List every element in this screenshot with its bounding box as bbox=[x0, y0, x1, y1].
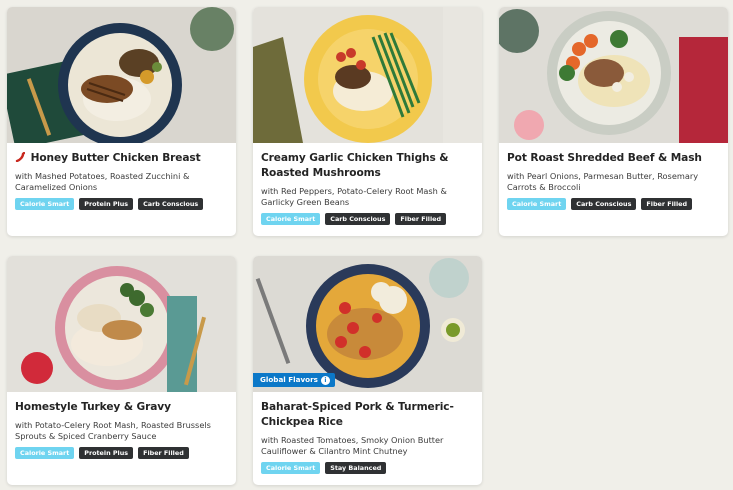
tag-carb-conscious: Carb Conscious bbox=[571, 198, 637, 210]
recipe-card[interactable]: Homestyle Turkey & Gravy with Potato-Cel… bbox=[7, 256, 236, 485]
recipe-title[interactable]: Creamy Garlic Chicken Thighs & Roasted M… bbox=[261, 151, 475, 181]
info-icon[interactable]: i bbox=[320, 375, 330, 385]
tag-list: Calorie Smart Carb Conscious Fiber Fille… bbox=[261, 213, 475, 225]
recipe-card[interactable]: Honey Butter Chicken Breast with Mashed … bbox=[7, 7, 236, 236]
recipe-subtitle: with Potato-Celery Root Mash, Roasted Br… bbox=[15, 420, 211, 441]
recipe-photo[interactable] bbox=[7, 7, 236, 143]
tag-calorie-smart: Calorie Smart bbox=[15, 198, 75, 210]
tag-fiber-filled: Fiber Filled bbox=[138, 447, 189, 459]
tag-list: Calorie Smart Protein Plus Carb Consciou… bbox=[15, 198, 229, 210]
tag-protein-plus: Protein Plus bbox=[79, 447, 134, 459]
tag-calorie-smart: Calorie Smart bbox=[507, 198, 567, 210]
recipe-photo[interactable] bbox=[253, 7, 482, 143]
recipe-title[interactable]: Homestyle Turkey & Gravy bbox=[15, 400, 229, 415]
tag-calorie-smart: Calorie Smart bbox=[261, 213, 321, 225]
tag-stay-balanced: Stay Balanced bbox=[325, 462, 387, 474]
tag-calorie-smart: Calorie Smart bbox=[261, 462, 321, 474]
recipe-photo[interactable] bbox=[7, 256, 236, 392]
tag-calorie-smart: Calorie Smart bbox=[15, 447, 75, 459]
tag-fiber-filled: Fiber Filled bbox=[395, 213, 447, 225]
tag-fiber-filled: Fiber Filled bbox=[641, 198, 693, 210]
recipe-card[interactable]: Global Flavors i Baharat-Spiced Pork & T… bbox=[253, 256, 482, 485]
tag-list: Calorie Smart Stay Balanced bbox=[261, 462, 475, 474]
tag-list: Calorie Smart Protein Plus Fiber Filled bbox=[15, 447, 229, 459]
recipe-title[interactable]: Honey Butter Chicken Breast bbox=[15, 151, 229, 166]
tag-carb-conscious: Carb Conscious bbox=[325, 213, 391, 225]
recipe-subtitle: with Mashed Potatoes, Roasted Zucchini &… bbox=[15, 171, 190, 192]
recipe-title[interactable]: Pot Roast Shredded Beef & Mash bbox=[507, 151, 721, 166]
recipe-photo[interactable]: Global Flavors i bbox=[253, 256, 482, 392]
recipe-title[interactable]: Baharat-Spiced Pork & Turmeric-Chickpea … bbox=[261, 400, 475, 430]
tag-protein-plus: Protein Plus bbox=[79, 198, 134, 210]
tag-carb-conscious: Carb Conscious bbox=[138, 198, 204, 210]
global-flavors-badge[interactable]: Global Flavors i bbox=[253, 373, 335, 387]
recipe-card[interactable]: Pot Roast Shredded Beef & Mash with Pear… bbox=[499, 7, 728, 236]
recipe-subtitle: with Roasted Tomatoes, Smoky Onion Butte… bbox=[261, 435, 444, 456]
recipe-photo[interactable] bbox=[499, 7, 728, 143]
recipe-card[interactable]: Creamy Garlic Chicken Thighs & Roasted M… bbox=[253, 7, 482, 236]
recipe-subtitle: with Pearl Onions, Parmesan Butter, Rose… bbox=[507, 171, 699, 192]
chili-pepper-icon bbox=[15, 152, 25, 162]
recipe-subtitle: with Red Peppers, Potato-Celery Root Mas… bbox=[261, 186, 447, 207]
tag-list: Calorie Smart Carb Conscious Fiber Fille… bbox=[507, 198, 721, 210]
